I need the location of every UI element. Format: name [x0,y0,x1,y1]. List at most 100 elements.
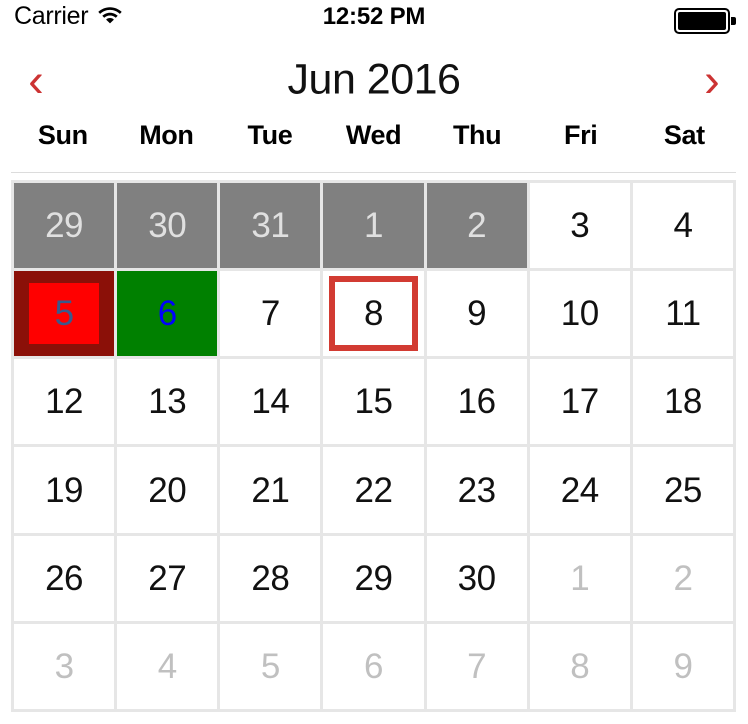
day-cell[interactable]: 22 [323,447,424,533]
day-number: 5 [54,294,74,334]
day-cell[interactable]: 29 [14,183,115,269]
day-number: 26 [45,558,84,598]
day-number: 22 [354,470,393,510]
month-header: ‹ Jun 2016 › [0,44,748,116]
day-number: 10 [560,294,599,334]
day-cell[interactable]: 12 [14,359,115,445]
day-number: 3 [54,646,74,686]
day-cell[interactable]: 5 [14,271,115,357]
weekday-header: Sun Mon Tue Wed Thu Fri Sat [11,122,736,170]
day-cell[interactable]: 13 [117,359,218,445]
day-number: 14 [251,382,290,422]
day-number: 1 [570,558,590,598]
day-number: 16 [457,382,496,422]
day-cell[interactable]: 8 [529,623,630,709]
day-cell[interactable]: 3 [529,183,630,269]
day-number: 30 [148,206,187,246]
day-cell[interactable]: 4 [632,183,733,269]
day-number: 27 [148,558,187,598]
day-number: 15 [354,382,393,422]
weekday-label-sat: Sat [663,120,705,150]
day-cell[interactable]: 30 [117,183,218,269]
day-cell[interactable]: 15 [323,359,424,445]
day-number: 1 [364,206,383,246]
day-cell[interactable]: 4 [117,623,218,709]
day-cell[interactable]: 5 [220,623,321,709]
day-cell[interactable]: 26 [14,535,115,621]
day-number: 6 [364,646,383,686]
day-cell[interactable]: 7 [426,623,527,709]
day-cell[interactable]: 23 [426,447,527,533]
next-month-button[interactable]: › [680,57,744,104]
status-bar-right [674,8,736,39]
day-number: 9 [673,646,693,686]
day-number: 20 [148,470,187,510]
day-number: 11 [665,294,701,334]
status-bar: Carrier 12:52 PM [0,0,748,38]
day-number: 17 [560,382,599,422]
weekday-label-mon: Mon [139,120,194,150]
day-cell[interactable]: 27 [117,535,218,621]
day-number: 7 [260,294,280,334]
day-cell[interactable]: 14 [220,359,321,445]
day-number: 8 [364,294,383,334]
weekday-header-divider [11,172,736,173]
day-cell[interactable]: 20 [117,447,218,533]
status-bar-clock: 12:52 PM [322,3,426,30]
day-cell[interactable]: 8 [323,271,424,357]
chevron-right-icon: › [704,53,720,107]
day-number: 19 [45,470,84,510]
day-cell[interactable]: 21 [220,447,321,533]
day-number: 31 [251,206,290,246]
day-number: 30 [457,558,496,598]
day-number: 24 [560,470,599,510]
day-cell[interactable]: 16 [426,359,527,445]
day-cell[interactable]: 7 [220,271,321,357]
day-cell[interactable]: 10 [529,271,630,357]
day-cell[interactable]: 1 [529,535,630,621]
day-number: 29 [45,206,84,246]
day-number: 7 [467,646,487,686]
month-title: Jun 2016 [287,55,461,104]
day-cell[interactable]: 9 [632,623,733,709]
day-number: 18 [663,382,702,422]
day-cell[interactable]: 24 [529,447,630,533]
weekday-label-thu: Thu [452,120,502,150]
day-number: 2 [467,206,487,246]
day-cell[interactable]: 31 [220,183,321,269]
day-cell[interactable]: 2 [426,183,527,269]
weekday-label-tue: Tue [247,120,293,150]
day-cell[interactable]: 28 [220,535,321,621]
day-number: 9 [467,294,487,334]
day-cell[interactable]: 18 [632,359,733,445]
day-cell[interactable]: 30 [426,535,527,621]
day-cell[interactable]: 25 [632,447,733,533]
day-cell[interactable]: 2 [632,535,733,621]
day-number: 3 [570,206,590,246]
day-cell[interactable]: 3 [14,623,115,709]
day-cell[interactable]: 17 [529,359,630,445]
day-number: 4 [157,646,177,686]
day-cell[interactable]: 9 [426,271,527,357]
day-cell[interactable]: 29 [323,535,424,621]
day-number: 28 [251,558,290,598]
weekday-label-wed: Wed [345,120,402,150]
battery-full-icon [674,8,736,39]
day-number: 2 [673,558,693,598]
day-number: 23 [457,470,496,510]
day-cell[interactable]: 6 [117,271,218,357]
day-number: 29 [354,558,393,598]
calendar-grid: 29 30 31 1 2 3 4 5 6 7 8 9 10 11 12 13 14 15 16 17 18 19 20 21 2… [11,180,736,712]
day-cell[interactable]: 19 [14,447,115,533]
day-number: 21 [251,470,290,510]
day-number: 25 [663,470,702,510]
day-cell[interactable]: 1 [323,183,424,269]
day-cell[interactable]: 11 [632,271,733,357]
day-number: 8 [570,646,590,686]
day-number: 12 [45,382,84,422]
day-cell[interactable]: 6 [323,623,424,709]
calendar-app: Carrier 12:52 PM ‹ Jun 2016 › Sun Mon Tu… [0,0,748,724]
day-number: 4 [673,206,693,246]
weekday-label-fri: Fri [564,120,598,150]
weekday-label-sun: Sun [37,120,88,150]
